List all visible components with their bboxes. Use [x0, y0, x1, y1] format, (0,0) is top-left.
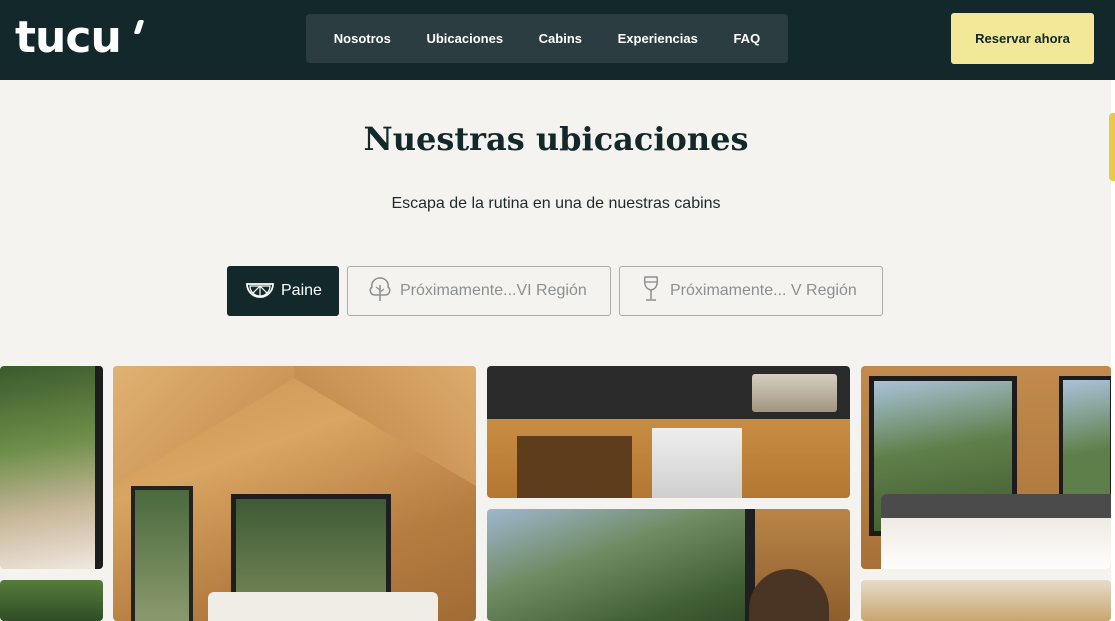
- site-header: tucu Nosotros Ubicaciones Cabins Experie…: [0, 0, 1115, 80]
- page-title: Nuestras ubicaciones: [363, 120, 749, 158]
- logo[interactable]: tucu: [15, 12, 122, 64]
- tree-icon: [366, 275, 394, 308]
- nav-item-experiencias[interactable]: Experiencias: [618, 31, 698, 46]
- nav-item-nosotros[interactable]: Nosotros: [334, 31, 391, 46]
- wine-glass-icon: [638, 275, 664, 308]
- gallery-photo-cabin-bedroom-window[interactable]: [0, 366, 103, 569]
- gallery-photo-forest[interactable]: [0, 580, 103, 621]
- lemon-slice-icon: [245, 278, 275, 305]
- reserve-now-button[interactable]: Reservar ahora: [951, 13, 1094, 64]
- tab-label: Próximamente... V Región: [670, 282, 857, 299]
- tab-label: Próximamente...VI Región: [400, 282, 587, 299]
- nav-item-ubicaciones[interactable]: Ubicaciones: [426, 31, 503, 46]
- tab-label: Paine: [281, 282, 322, 299]
- nav-item-faq[interactable]: FAQ: [733, 31, 760, 46]
- tab-v-region[interactable]: Próximamente... V Región: [619, 266, 883, 316]
- gallery-photo-person-window-forest[interactable]: [487, 509, 850, 621]
- main-nav: Nosotros Ubicaciones Cabins Experiencias…: [306, 14, 788, 63]
- logo-accent-mark: [133, 20, 145, 34]
- gallery-photo-sunset-sky[interactable]: [861, 580, 1111, 621]
- page-subtitle: Escapa de la rutina en una de nuestras c…: [391, 195, 721, 212]
- gallery-photo-cabin-bed-window[interactable]: [861, 366, 1111, 569]
- tab-paine[interactable]: Paine: [227, 266, 339, 316]
- tab-vi-region[interactable]: Próximamente...VI Región: [347, 266, 611, 316]
- nav-item-cabins[interactable]: Cabins: [539, 31, 582, 46]
- gallery-photo-cabin-interior-bed[interactable]: [113, 366, 476, 621]
- gallery-photo-cabin-kitchen[interactable]: [487, 366, 850, 498]
